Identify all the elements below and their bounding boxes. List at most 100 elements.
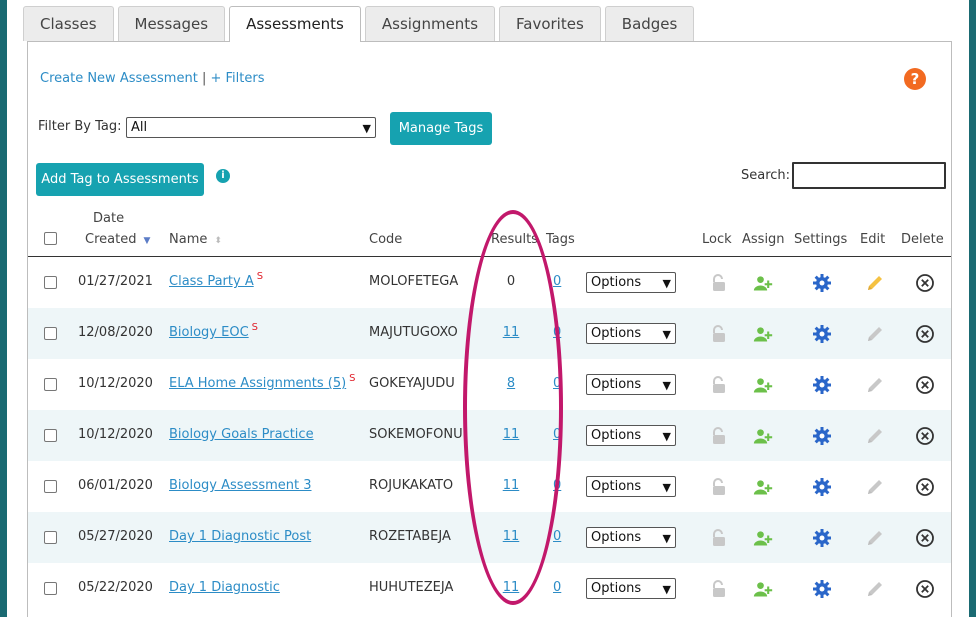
tags-link[interactable]: 0 xyxy=(553,580,561,595)
table-row: 10/12/2020 Biology Goals Practice SOKEMOFO… xyxy=(28,410,951,461)
edit-pencil-icon[interactable] xyxy=(865,579,885,599)
code-cell: SOKEMOFONU xyxy=(369,427,463,442)
name-header-label: Name xyxy=(169,232,208,247)
tab-favorites[interactable]: Favorites xyxy=(499,6,601,41)
s-badge: S xyxy=(251,322,259,333)
assessment-name-link[interactable]: Biology Assessment 3 xyxy=(169,478,312,493)
row-checkbox[interactable] xyxy=(44,378,57,391)
assessment-name-link[interactable]: Class Party A xyxy=(169,274,254,289)
settings-gear-icon[interactable] xyxy=(812,579,832,599)
create-assessment-link[interactable]: Create New Assessment xyxy=(40,71,198,86)
row-checkbox[interactable] xyxy=(44,429,57,442)
delete-icon[interactable] xyxy=(915,528,935,548)
row-checkbox[interactable] xyxy=(44,531,57,544)
chevron-down-icon: ▼ xyxy=(662,532,671,545)
search-label: Search: xyxy=(741,168,791,183)
edit-pencil-icon[interactable] xyxy=(865,528,885,548)
name-cell: Biology EOC S xyxy=(169,322,259,340)
tags-link[interactable]: 0 xyxy=(553,427,561,442)
delete-icon[interactable] xyxy=(915,375,935,395)
assessment-name-link[interactable]: Biology EOC xyxy=(169,325,249,340)
tab-messages[interactable]: Messages xyxy=(117,6,226,41)
assessment-name-link[interactable]: Day 1 Diagnostic xyxy=(169,580,280,595)
assign-user-icon[interactable] xyxy=(753,375,777,395)
assessment-name-link[interactable]: Biology Goals Practice xyxy=(169,427,314,442)
assign-user-icon[interactable] xyxy=(753,273,777,293)
manage-tags-button[interactable]: Manage Tags xyxy=(390,112,492,145)
delete-icon[interactable] xyxy=(915,273,935,293)
tab-classes[interactable]: Classes xyxy=(23,6,114,41)
settings-gear-icon[interactable] xyxy=(812,324,832,344)
tags-link[interactable]: 0 xyxy=(553,529,561,544)
results-link[interactable]: 11 xyxy=(503,529,520,544)
assign-user-icon[interactable] xyxy=(753,579,777,599)
search-input[interactable] xyxy=(792,162,946,189)
select-all-checkbox[interactable] xyxy=(44,232,57,245)
lock-icon[interactable] xyxy=(709,324,729,344)
date-created-cell: 10/12/2020 xyxy=(78,376,153,391)
settings-gear-icon[interactable] xyxy=(812,477,832,497)
edit-pencil-icon[interactable] xyxy=(865,477,885,497)
results-link[interactable]: 8 xyxy=(507,376,515,391)
results-cell: 0 xyxy=(506,274,516,289)
lock-icon[interactable] xyxy=(709,426,729,446)
lock-icon[interactable] xyxy=(709,477,729,497)
results-link[interactable]: 11 xyxy=(503,325,520,340)
options-select[interactable]: Options ▼ xyxy=(586,476,676,497)
name-header[interactable]: Name ⬍ xyxy=(169,232,222,247)
help-icon[interactable]: ? xyxy=(904,68,926,90)
assign-user-icon[interactable] xyxy=(753,426,777,446)
options-select[interactable]: Options ▼ xyxy=(586,272,676,293)
options-select[interactable]: Options ▼ xyxy=(586,578,676,599)
results-link[interactable]: 11 xyxy=(503,580,520,595)
options-select[interactable]: Options ▼ xyxy=(586,527,676,548)
row-checkbox[interactable] xyxy=(44,480,57,493)
lock-icon[interactable] xyxy=(709,273,729,293)
assign-user-icon[interactable] xyxy=(753,528,777,548)
delete-icon[interactable] xyxy=(915,579,935,599)
filter-by-tag-select[interactable]: All ▼ xyxy=(126,117,376,138)
options-select[interactable]: Options ▼ xyxy=(586,425,676,446)
tab-assessments[interactable]: Assessments xyxy=(229,6,361,42)
tags-cell: 0 xyxy=(553,325,561,340)
info-icon[interactable]: i xyxy=(216,169,230,183)
settings-gear-icon[interactable] xyxy=(812,273,832,293)
results-link[interactable]: 11 xyxy=(503,427,520,442)
tags-link[interactable]: 0 xyxy=(553,376,561,391)
filters-link[interactable]: + Filters xyxy=(210,71,264,86)
options-select[interactable]: Options ▼ xyxy=(586,323,676,344)
code-cell: MOLOFETEGA xyxy=(369,274,459,289)
add-tag-button[interactable]: Add Tag to Assessments xyxy=(36,163,204,196)
options-select[interactable]: Options ▼ xyxy=(586,374,676,395)
settings-gear-icon[interactable] xyxy=(812,426,832,446)
settings-gear-icon[interactable] xyxy=(812,375,832,395)
edit-pencil-icon[interactable] xyxy=(865,273,885,293)
edit-pencil-icon[interactable] xyxy=(865,426,885,446)
lock-icon[interactable] xyxy=(709,375,729,395)
tags-link[interactable]: 0 xyxy=(553,325,561,340)
link-separator: | xyxy=(201,71,207,86)
assessment-name-link[interactable]: ELA Home Assignments (5) xyxy=(169,376,346,391)
date-created-header[interactable]: Created ▼ xyxy=(85,232,150,247)
row-checkbox[interactable] xyxy=(44,582,57,595)
assessment-name-link[interactable]: Day 1 Diagnostic Post xyxy=(169,529,311,544)
delete-icon[interactable] xyxy=(915,324,935,344)
assign-user-icon[interactable] xyxy=(753,324,777,344)
edit-pencil-icon[interactable] xyxy=(865,375,885,395)
tab-badges[interactable]: Badges xyxy=(604,6,695,41)
delete-icon[interactable] xyxy=(915,426,935,446)
results-link[interactable]: 11 xyxy=(503,478,520,493)
table-row: 01/27/2021 Class Party A S MOLOFETEGA 0 0 Opti… xyxy=(28,257,951,308)
table-row: 05/22/2020 Day 1 Diagnostic HUHUTEZEJA 11 0 O… xyxy=(28,563,951,614)
row-checkbox[interactable] xyxy=(44,276,57,289)
delete-icon[interactable] xyxy=(915,477,935,497)
lock-icon[interactable] xyxy=(709,579,729,599)
tags-link[interactable]: 0 xyxy=(553,274,561,289)
row-checkbox[interactable] xyxy=(44,327,57,340)
tab-assignments[interactable]: Assignments xyxy=(364,6,496,41)
edit-pencil-icon[interactable] xyxy=(865,324,885,344)
assign-user-icon[interactable] xyxy=(753,477,777,497)
tags-link[interactable]: 0 xyxy=(553,478,561,493)
settings-gear-icon[interactable] xyxy=(812,528,832,548)
lock-icon[interactable] xyxy=(709,528,729,548)
